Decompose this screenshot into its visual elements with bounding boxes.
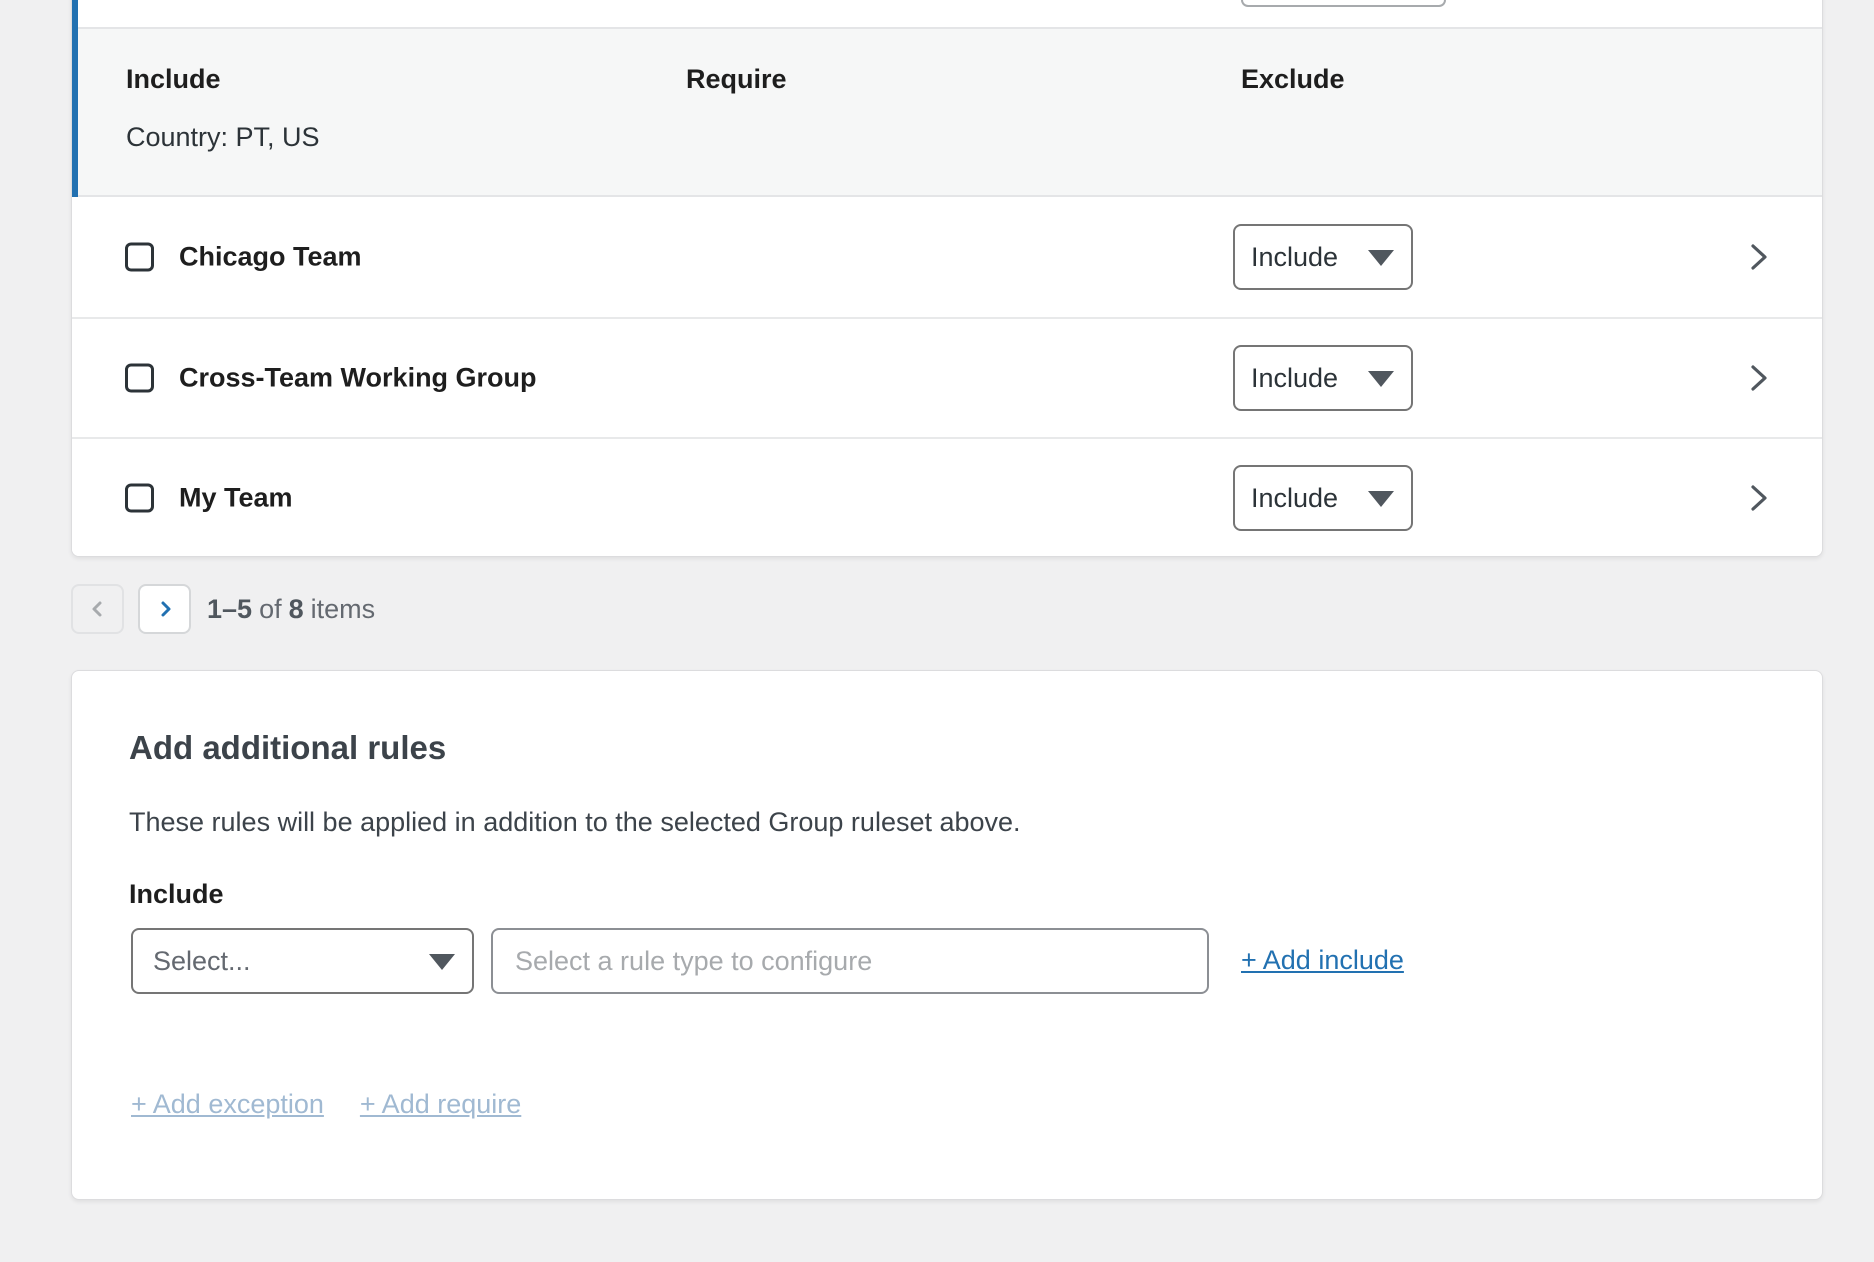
group-ruleset-detail-panel: Include Require Exclude Country: PT, US — [72, 27, 1822, 197]
column-header-include: Include — [126, 63, 221, 95]
screen: Include Require Exclude Country: PT, US … — [0, 0, 1874, 1262]
secondary-rule-links: + Add exception + Add require — [131, 1089, 521, 1120]
group-row-label: Cross-Team Working Group — [179, 363, 537, 394]
pagination-total: 8 — [289, 594, 304, 624]
chevron-right-icon[interactable] — [1746, 242, 1772, 272]
add-exception-link[interactable]: + Add exception — [131, 1089, 324, 1120]
row-action-select[interactable]: Include — [1233, 345, 1413, 411]
group-row: Chicago Team Include — [72, 197, 1822, 317]
groups-list-card: Include Require Exclude Country: PT, US … — [71, 0, 1823, 557]
group-row-label: Chicago Team — [179, 242, 362, 273]
row-checkbox[interactable] — [125, 484, 154, 513]
row-action-select[interactable]: Include — [1233, 224, 1413, 290]
add-rules-description: These rules will be applied in addition … — [129, 805, 1021, 839]
pagination-next-button[interactable] — [138, 584, 191, 634]
pagination-status: 1–5of8items — [207, 594, 382, 625]
chevron-down-icon — [1368, 371, 1394, 387]
chevron-right-icon[interactable] — [1746, 363, 1772, 393]
row-checkbox[interactable] — [125, 364, 154, 393]
rule-type-select[interactable]: Select... — [131, 928, 474, 994]
chevron-right-icon[interactable] — [1746, 483, 1772, 513]
pagination-prev-button[interactable] — [71, 584, 124, 634]
chevron-down-icon — [429, 954, 455, 970]
pagination-range: 1–5 — [207, 594, 252, 624]
chevron-down-icon — [1368, 250, 1394, 266]
pagination-of: of — [259, 594, 282, 624]
chevron-down-icon — [1368, 491, 1394, 507]
include-rules-value: Country: PT, US — [126, 121, 320, 153]
pagination-items: items — [311, 594, 376, 624]
group-row-label: My Team — [179, 483, 293, 514]
rule-type-select-value: Select... — [153, 946, 251, 977]
row-action-select-value: Include — [1251, 483, 1338, 514]
column-header-exclude: Exclude — [1241, 63, 1345, 95]
add-include-link[interactable]: + Add include — [1241, 945, 1404, 976]
add-require-link[interactable]: + Add require — [360, 1089, 521, 1120]
group-rows: Chicago Team Include Cross-Team Working … — [72, 197, 1822, 557]
cutoff-select-bottom-edge — [1241, 0, 1446, 7]
row-action-select-value: Include — [1251, 242, 1338, 273]
row-action-select[interactable]: Include — [1233, 465, 1413, 531]
pagination: 1–5of8items — [71, 584, 382, 634]
expanded-row-accent-border — [72, 0, 78, 197]
group-row: Cross-Team Working Group Include — [72, 317, 1822, 437]
include-section-label: Include — [129, 879, 224, 910]
rule-config-input[interactable] — [491, 928, 1209, 994]
row-checkbox[interactable] — [125, 243, 154, 272]
add-rules-card: Add additional rules These rules will be… — [71, 670, 1823, 1200]
group-row: My Team Include — [72, 437, 1822, 557]
column-header-require: Require — [686, 63, 787, 95]
add-rules-title: Add additional rules — [129, 728, 446, 768]
row-action-select-value: Include — [1251, 363, 1338, 394]
